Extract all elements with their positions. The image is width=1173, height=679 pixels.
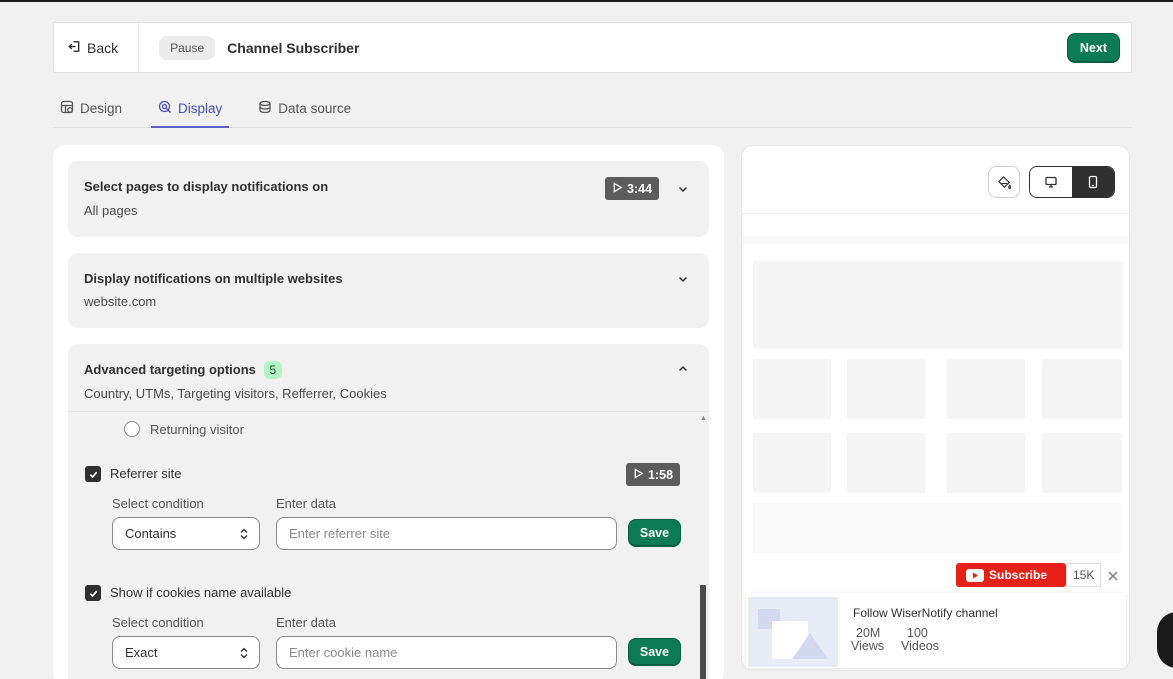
chevron-up-icon[interactable] xyxy=(677,363,689,375)
referrer-checkbox[interactable] xyxy=(85,466,101,482)
referrer-save-button[interactable]: Save xyxy=(628,519,681,547)
back-button[interactable]: Back xyxy=(54,23,140,72)
skeleton-line xyxy=(742,236,1129,244)
referrer-video-button[interactable]: 1:58 xyxy=(626,463,681,486)
notification-card[interactable]: Follow WiserNotify channel 20M Views 100… xyxy=(746,593,1126,668)
skeleton-tile xyxy=(753,433,831,493)
pages-section-title: Select pages to display notifications on xyxy=(84,179,329,194)
next-button[interactable]: Next xyxy=(1066,32,1120,63)
paint-bucket-icon xyxy=(997,175,1011,189)
skeleton-tile xyxy=(947,433,1025,493)
play-icon xyxy=(633,467,644,482)
cookies-condition-label: Select condition xyxy=(112,615,204,630)
subscriber-count: 15K xyxy=(1066,563,1102,587)
returning-visitor-radio[interactable] xyxy=(124,421,140,437)
preview-toolbar xyxy=(742,146,1129,214)
desktop-view-button[interactable] xyxy=(1030,167,1072,197)
tab-bar: Design Display Data source xyxy=(53,90,1132,128)
pages-section-subtitle: All pages xyxy=(84,203,138,218)
notification-title: Follow WiserNotify channel xyxy=(853,606,998,620)
design-icon xyxy=(60,100,74,117)
advanced-section-title: Advanced targeting options xyxy=(84,362,256,377)
pages-video-button[interactable]: 3:44 xyxy=(605,177,660,200)
websites-section[interactable]: Display notifications on multiple websit… xyxy=(68,253,709,328)
videos-stat: 100 Videos xyxy=(901,627,939,653)
notification-thumbnail xyxy=(748,597,838,667)
tab-data-source-label: Data source xyxy=(278,100,352,116)
device-toggle xyxy=(1029,166,1115,198)
skeleton-banner xyxy=(753,261,1123,349)
skeleton-tile xyxy=(847,433,925,493)
referrer-video-time: 1:58 xyxy=(648,467,674,482)
skeleton-tile xyxy=(753,359,831,419)
advanced-section-header[interactable]: Advanced targeting options 5 Country, UT… xyxy=(68,344,709,412)
skeleton-tile xyxy=(1042,359,1122,419)
cookies-condition-select[interactable]: Exact xyxy=(112,636,260,669)
settings-panel: Select pages to display notifications on… xyxy=(53,145,724,679)
scrollbar-thumb[interactable] xyxy=(700,585,706,679)
referrer-condition-select[interactable]: Contains xyxy=(112,517,260,550)
referrer-condition-value: Contains xyxy=(125,526,177,541)
database-icon xyxy=(258,100,272,117)
mobile-view-button[interactable] xyxy=(1072,167,1114,197)
select-arrows-icon xyxy=(240,528,248,540)
back-label: Back xyxy=(87,39,119,56)
checkmark-icon xyxy=(89,471,97,478)
chat-widget-button[interactable] xyxy=(1157,612,1173,668)
websites-section-title: Display notifications on multiple websit… xyxy=(84,271,343,286)
tab-display-label: Display xyxy=(178,100,223,116)
scroll-up-arrow-icon[interactable]: ▲ xyxy=(700,415,707,422)
skeleton-tile xyxy=(1042,433,1122,493)
videos-label: Videos xyxy=(901,639,939,653)
cookies-condition-value: Exact xyxy=(125,645,158,660)
display-icon xyxy=(158,100,172,117)
play-icon xyxy=(612,181,623,196)
cookies-input[interactable] xyxy=(276,636,617,669)
cookies-data-label: Enter data xyxy=(276,615,336,630)
advanced-section-subtitle: Country, UTMs, Targeting visitors, Reffe… xyxy=(84,386,387,401)
referrer-label: Referrer site xyxy=(110,466,182,481)
skeleton-tile xyxy=(847,359,925,419)
tab-design-label: Design xyxy=(80,100,123,116)
referrer-condition-label: Select condition xyxy=(112,496,204,511)
advanced-count-badge: 5 xyxy=(263,361,283,379)
mobile-icon xyxy=(1088,175,1098,189)
chevron-down-icon[interactable] xyxy=(677,183,689,195)
pause-button[interactable]: Pause xyxy=(159,35,216,60)
cookies-save-button[interactable]: Save xyxy=(628,638,681,666)
advanced-section: Advanced targeting options 5 Country, UT… xyxy=(68,344,709,679)
returning-visitor-label: Returning visitor xyxy=(150,422,244,437)
views-label: Views xyxy=(851,639,885,653)
desktop-icon xyxy=(1045,176,1057,188)
page-title: Channel Subscriber xyxy=(227,39,360,56)
skeleton-tile xyxy=(947,359,1025,419)
cookies-checkbox[interactable] xyxy=(85,585,101,601)
advanced-section-title-wrap: Advanced targeting options 5 xyxy=(84,361,283,379)
pages-video-time: 3:44 xyxy=(627,181,653,196)
back-icon xyxy=(68,40,81,56)
select-arrows-icon xyxy=(240,647,248,659)
top-bar: Back Pause Channel Subscriber Next xyxy=(53,22,1132,73)
tab-display[interactable]: Display xyxy=(151,90,230,128)
skeleton-block xyxy=(753,503,1123,553)
youtube-icon xyxy=(966,568,984,582)
subscribe-button[interactable]: Subscribe xyxy=(956,563,1066,587)
referrer-data-label: Enter data xyxy=(276,496,336,511)
checkmark-icon xyxy=(89,590,97,597)
preview-panel: Subscribe 15K Follow WiserNotify channel… xyxy=(741,145,1130,671)
referrer-input[interactable] xyxy=(276,517,617,550)
websites-section-subtitle: website.com xyxy=(84,294,157,309)
cookies-label: Show if cookies name available xyxy=(110,585,292,600)
close-icon[interactable] xyxy=(1106,569,1120,583)
window-top-border xyxy=(0,0,1173,2)
views-stat: 20M Views xyxy=(851,627,884,653)
tab-design[interactable]: Design xyxy=(53,90,129,126)
chevron-down-icon[interactable] xyxy=(677,273,689,285)
pages-section[interactable]: Select pages to display notifications on… xyxy=(68,161,709,237)
tab-data-source[interactable]: Data source xyxy=(251,90,358,126)
style-button[interactable] xyxy=(988,166,1020,198)
subscribe-label: Subscribe xyxy=(989,568,1048,582)
